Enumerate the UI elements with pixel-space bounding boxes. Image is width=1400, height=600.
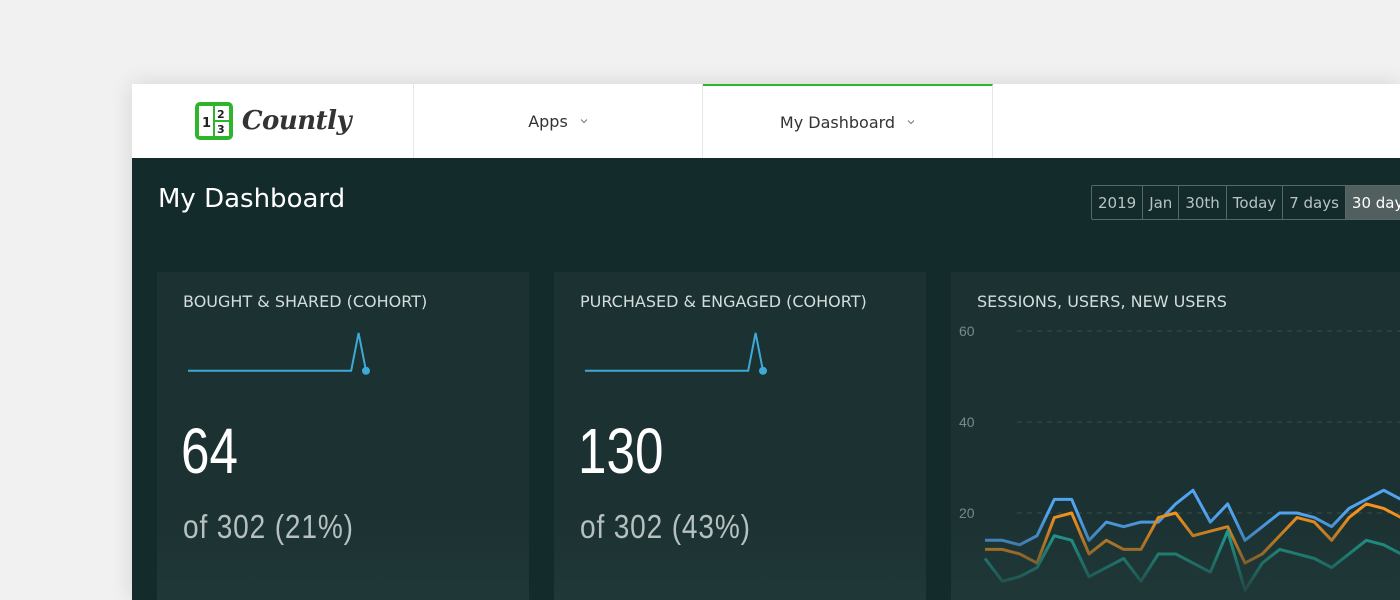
- date-option-month[interactable]: Jan: [1143, 186, 1180, 219]
- logo-digit-3: 3: [217, 123, 225, 136]
- apps-menu-label: Apps: [528, 111, 568, 131]
- sessions-line-chart: 60 40 20: [959, 323, 1400, 592]
- apps-menu[interactable]: Apps: [414, 84, 703, 158]
- widget-value: 64: [181, 415, 238, 487]
- date-option-today[interactable]: Today: [1227, 186, 1284, 219]
- dashboard-menu[interactable]: My Dashboard: [703, 84, 993, 158]
- app-window: 1 2 3 Countly Apps My Dashboard My Dashb…: [132, 84, 1400, 600]
- y-tick-label: 20: [959, 505, 975, 521]
- date-range-selector: 2019 Jan 30th Today 7 days 30 days: [1091, 185, 1400, 220]
- date-option-7-days[interactable]: 7 days: [1283, 186, 1346, 219]
- y-tick-label: 60: [959, 323, 975, 339]
- series-line-new_users: [983, 529, 1400, 592]
- widget-title: SESSIONS, USERS, NEW USERS: [977, 292, 1227, 311]
- dashboard-menu-label: My Dashboard: [779, 112, 896, 132]
- logo[interactable]: 1 2 3 Countly: [132, 84, 414, 158]
- widget-bought-shared[interactable]: BOUGHT & SHARED (COHORT) 64 of 302 (21%): [157, 272, 529, 600]
- widget-sessions-users[interactable]: SESSIONS, USERS, NEW USERS 60 40 20: [951, 272, 1400, 600]
- widget-subtitle: of 302 (21%): [183, 508, 354, 545]
- sparkline-chart: [188, 332, 370, 375]
- logo-digit-1: 1: [202, 116, 211, 131]
- top-navigation-bar: 1 2 3 Countly Apps My Dashboard: [132, 84, 1400, 158]
- chevron-down-icon: [907, 120, 915, 125]
- countly-logo-icon: 1 2 3: [194, 102, 233, 140]
- sparkline-end-point: [362, 366, 370, 375]
- y-tick-label: 40: [959, 414, 975, 430]
- logo-text: Countly: [241, 106, 352, 136]
- series-line-users: [985, 502, 1400, 565]
- sparkline-end-point: [759, 366, 767, 375]
- page-title: My Dashboard: [158, 184, 346, 214]
- widget-purchased-engaged[interactable]: PURCHASED & ENGAGED (COHORT) 130 of 302 …: [554, 272, 926, 600]
- widget-title: BOUGHT & SHARED (COHORT): [183, 292, 428, 311]
- series-line-sessions: [985, 488, 1400, 547]
- sparkline-line: [585, 332, 764, 372]
- date-option-year[interactable]: 2019: [1092, 186, 1144, 219]
- widget-subtitle: of 302 (43%): [580, 508, 751, 545]
- date-option-day[interactable]: 30th: [1179, 186, 1227, 219]
- sparkline-chart: [585, 332, 767, 375]
- date-option-30-days[interactable]: 30 days: [1345, 186, 1400, 219]
- widget-title: PURCHASED & ENGAGED (COHORT): [580, 292, 867, 311]
- chevron-down-icon: [580, 119, 588, 124]
- widget-value: 130: [578, 415, 664, 487]
- logo-digit-2: 2: [217, 108, 225, 121]
- sparkline-line: [188, 332, 367, 372]
